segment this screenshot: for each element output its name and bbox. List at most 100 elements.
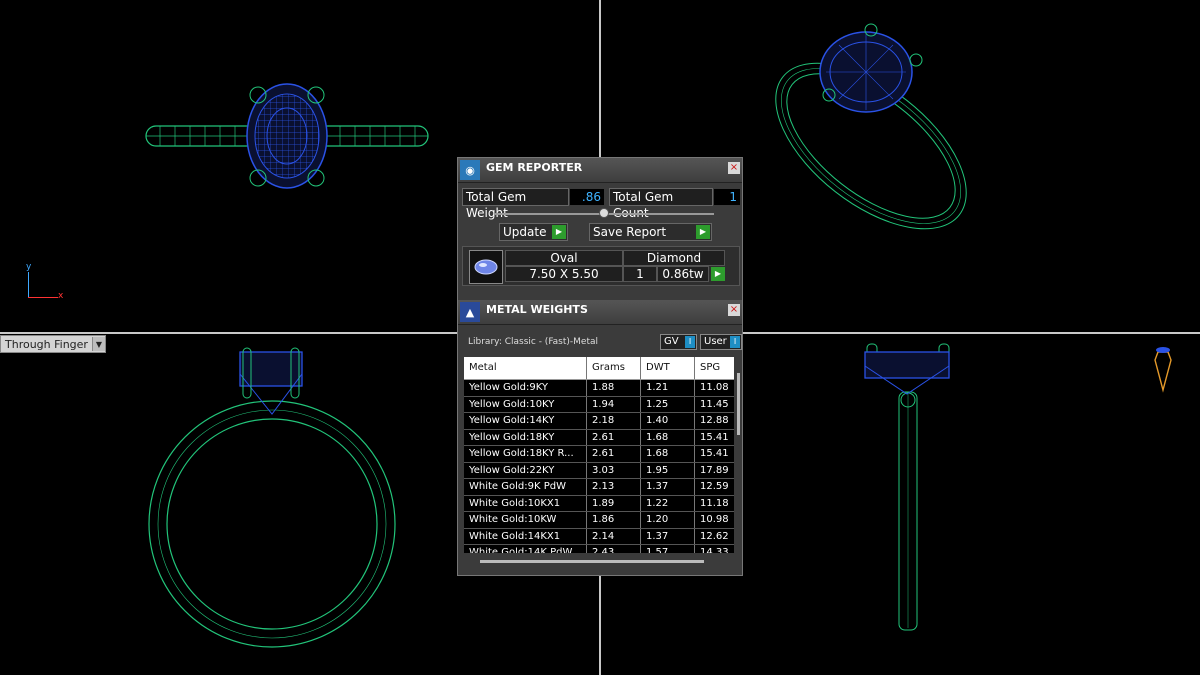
column-header-dwt[interactable]: DWT [640,357,694,379]
metal-dwt: 1.21 [640,380,694,396]
table-row[interactable]: Yellow Gold:9KY 1.88 1.21 11.08 [464,380,734,397]
total-gem-count-value: 1 [714,189,740,205]
table-row[interactable]: White Gold:10KW 1.86 1.20 10.98 [464,512,734,529]
user-toggle-label: User [704,336,727,347]
gem-shape: Oval [505,250,623,266]
metal-name: White Gold:9K PdW [469,481,566,492]
table-row[interactable]: Yellow Gold:14KY 2.18 1.40 12.88 [464,413,734,430]
gem-count: 1 [623,266,657,282]
table-row[interactable]: White Gold:10KX1 1.89 1.22 11.18 [464,495,734,512]
metal-grams: 2.14 [586,528,640,544]
slider-handle[interactable] [599,208,609,218]
save-report-button[interactable]: Save Report ▶ [589,223,712,241]
view-mode-dropdown[interactable]: Through Finger ▼ [0,335,106,353]
gem-material: Diamond [623,250,725,266]
chevron-down-icon[interactable]: ▼ [91,337,105,351]
total-gem-weight-label: Total Gem Weight [462,188,569,220]
gem-reporter-icon: ◉ [460,160,480,180]
metal-weights-title: METAL WEIGHTS [486,303,588,316]
metal-grams: 1.88 [586,380,640,396]
metal-dwt: 1.40 [640,413,694,429]
table-row[interactable]: Yellow Gold:10KY 1.94 1.25 11.45 [464,396,734,413]
view-mode-label: Through Finger [5,337,88,351]
gv-toggle-label: GV [664,336,679,347]
gem-reporter-header[interactable]: ◉ GEM REPORTER × [458,158,742,183]
metal-name: Yellow Gold:10KY [469,398,555,410]
metal-grams: 1.89 [586,495,640,511]
metal-weights-header[interactable]: ▲ METAL WEIGHTS × [458,300,742,325]
gem-list-item[interactable]: Oval 7.50 X 5.50 Diamond 1 0.86tw ▶ [462,246,740,286]
update-button-label: Update [503,225,547,239]
metal-grams: 2.43 [586,545,640,553]
close-icon[interactable]: × [728,304,740,316]
column-header-metal[interactable]: Metal [464,357,586,379]
metal-name: White Gold:14K PdW [469,547,573,553]
play-icon: ▶ [696,225,710,239]
total-gem-count-label: Total Gem Count [609,188,713,220]
metal-spg: 15.41 [694,446,734,462]
column-header-spg[interactable]: SPG [694,357,734,379]
gem-reporter-title: GEM REPORTER [486,161,583,174]
play-icon[interactable]: ▶ [711,267,725,281]
metal-spg: 17.89 [694,462,734,478]
metal-dwt: 1.68 [640,446,694,462]
metal-dwt: 1.37 [640,479,694,495]
axis-indicator: y x [24,262,66,302]
metal-name: Yellow Gold:18KY [469,431,555,443]
metal-spg: 11.45 [694,396,734,412]
toggle-switch-icon: I [730,336,740,348]
table-horizontal-scrollbar[interactable] [480,560,704,563]
metal-name: Yellow Gold:18KY R... [469,448,574,459]
metal-grams: 1.86 [586,512,640,528]
metal-grams: 2.61 [586,446,640,462]
table-row[interactable]: Yellow Gold:22KY 3.03 1.95 17.89 [464,462,734,479]
metal-spg: 11.08 [694,380,734,396]
metal-name: Yellow Gold:9KY [469,382,548,393]
gem-size: 7.50 X 5.50 [505,266,623,282]
table-header: Metal Grams DWT SPG [464,357,734,380]
play-icon: ▶ [552,225,566,239]
metal-spg: 11.18 [694,495,734,511]
table-row[interactable]: Yellow Gold:18KY R... 2.61 1.68 15.41 [464,446,734,463]
metal-name: Yellow Gold:14KY [469,415,555,426]
metal-weights-icon: ▲ [460,302,480,322]
total-gem-weight-value: .86 [570,189,604,205]
save-report-button-label: Save Report [593,225,667,239]
metal-dwt: 1.68 [640,429,694,445]
update-button[interactable]: Update ▶ [499,223,568,241]
gem-reporter-panel: ◉ GEM REPORTER × Total Gem Weight .86 To… [457,157,743,576]
metal-name: Yellow Gold:22KY [469,464,555,476]
metal-spg: 12.62 [694,528,734,544]
axis-x-label: x [58,291,64,301]
metal-spg: 12.88 [694,413,734,429]
column-header-grams[interactable]: Grams [586,357,640,379]
metal-dwt: 1.57 [640,545,694,553]
table-row[interactable]: Yellow Gold:18KY 2.61 1.68 15.41 [464,429,734,446]
metal-dwt: 1.22 [640,495,694,511]
gv-toggle[interactable]: GV I [660,334,697,350]
metal-grams: 3.03 [586,462,640,478]
close-icon[interactable]: × [728,162,740,174]
metal-dwt: 1.25 [640,396,694,412]
metal-dwt: 1.20 [640,512,694,528]
metal-grams: 2.13 [586,479,640,495]
axis-y-label: y [26,262,32,272]
metal-grams: 2.61 [586,429,640,445]
metal-weights-table: Metal Grams DWT SPG Yellow Gold:9KY 1.88… [464,357,734,553]
table-row[interactable]: White Gold:14KX1 2.14 1.37 12.62 [464,528,734,545]
metal-spg: 12.59 [694,479,734,495]
gem-weight: 0.86tw [657,266,709,282]
table-row[interactable]: White Gold:9K PdW 2.13 1.37 12.59 [464,479,734,496]
metal-spg: 14.33 [694,545,734,553]
metal-dwt: 1.95 [640,462,694,478]
table-vertical-scrollbar[interactable] [737,373,740,435]
metal-library-label: Library: Classic - (Fast)-Metal [468,337,599,347]
metal-name: White Gold:10KX1 [469,497,561,509]
user-toggle[interactable]: User I [700,334,742,350]
metal-dwt: 1.37 [640,528,694,544]
oval-gem-icon [469,250,503,284]
metal-grams: 1.94 [586,396,640,412]
table-row[interactable]: White Gold:14K PdW 2.43 1.57 14.33 [464,545,734,553]
toggle-switch-icon: I [685,336,695,348]
metal-grams: 2.18 [586,413,640,429]
